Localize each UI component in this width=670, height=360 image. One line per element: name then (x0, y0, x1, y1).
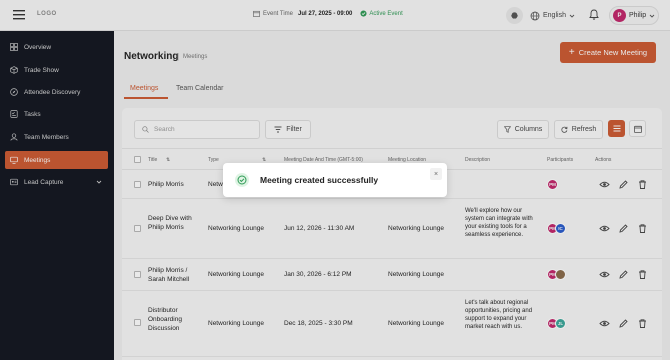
check-circle-icon (235, 173, 249, 187)
success-toast: Meeting created successfully × (223, 163, 447, 197)
close-icon[interactable]: × (430, 168, 442, 180)
toast-message: Meeting created successfully (260, 175, 379, 185)
